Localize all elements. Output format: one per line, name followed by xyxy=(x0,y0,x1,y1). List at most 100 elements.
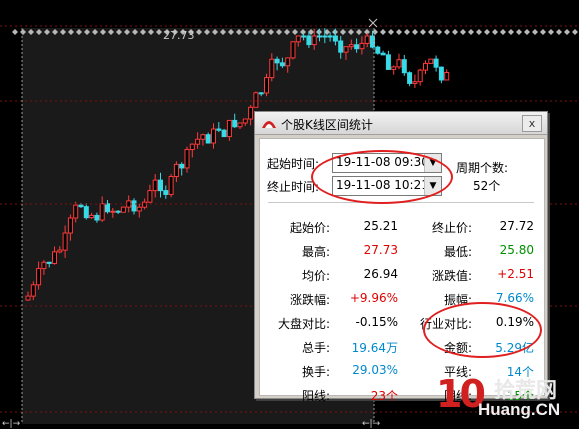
candle-body xyxy=(295,35,301,43)
period-count-label: 周期个数: xyxy=(456,161,509,175)
stat-value: +2.51 xyxy=(497,267,534,281)
candle-body xyxy=(105,203,110,213)
candle-body xyxy=(311,35,317,46)
candle-body xyxy=(269,58,275,79)
watermark-number: 10 xyxy=(436,372,486,416)
stat-label: 起始价: xyxy=(289,221,330,235)
stat-label: 阳线: xyxy=(301,389,330,403)
start-time-label: 起始时间: xyxy=(267,157,320,171)
candle-body xyxy=(232,119,238,128)
candle-body xyxy=(364,35,370,44)
candle-body xyxy=(152,179,158,192)
candle-body xyxy=(168,176,174,195)
candle-body xyxy=(200,134,206,140)
candle-body xyxy=(62,232,68,251)
candle-body xyxy=(317,35,322,38)
candle-body xyxy=(407,72,413,84)
candle-body xyxy=(279,62,285,67)
candle-body xyxy=(30,284,36,297)
candle-body xyxy=(179,163,185,169)
candle-body xyxy=(83,206,89,219)
candle-body xyxy=(274,58,280,64)
stat-label: 最高: xyxy=(301,245,330,259)
chevron-down-icon[interactable]: ▼ xyxy=(424,177,441,195)
candle-body xyxy=(78,204,84,208)
candle-body xyxy=(57,249,63,253)
stat-value: 26.94 xyxy=(363,267,398,281)
stat-value: 27.73 xyxy=(363,243,398,257)
stat-value: 23个 xyxy=(370,389,398,403)
stat-value: 25.21 xyxy=(363,219,398,233)
candle-body xyxy=(41,261,47,270)
app-logo-icon xyxy=(262,121,276,128)
candle-body xyxy=(391,66,397,70)
candle-body xyxy=(184,149,190,169)
candle-body xyxy=(110,210,116,213)
candle-body xyxy=(327,35,333,38)
candle-body xyxy=(242,118,248,124)
candle-body xyxy=(348,44,354,48)
candle-body xyxy=(136,206,142,212)
period-count-value: 52个 xyxy=(473,179,501,193)
close-button[interactable]: x xyxy=(522,115,542,132)
candle-body xyxy=(290,41,296,59)
stat-label: 均价: xyxy=(301,269,330,283)
candle-body xyxy=(380,52,386,56)
stat-label: 金额: xyxy=(443,341,472,355)
candle-body xyxy=(253,92,259,108)
candle-body xyxy=(158,179,163,192)
candle-body xyxy=(401,59,407,74)
candle-body xyxy=(343,46,349,53)
stat-label: 最低: xyxy=(443,245,472,259)
chevron-down-icon[interactable]: ▼ xyxy=(424,154,441,172)
candle-body xyxy=(211,128,216,144)
candle-body xyxy=(73,204,79,219)
divider xyxy=(268,202,534,203)
candle-body xyxy=(396,59,402,68)
candle-body xyxy=(322,35,328,38)
candle-body xyxy=(433,58,439,68)
candle-body xyxy=(438,66,444,81)
start-time-value: 19-11-08 09:30 xyxy=(336,155,429,169)
range-stats-dialog[interactable]: 个股K线区间统计 x 起始时间: 19-11-08 09:30 ▼ 终止时间: … xyxy=(254,111,548,403)
candle-body xyxy=(94,214,100,221)
candle-body xyxy=(25,295,31,301)
stat-value: 0.19% xyxy=(495,315,534,329)
candle-body xyxy=(120,206,126,213)
candle-body xyxy=(131,200,137,212)
stat-value: 19.64万 xyxy=(351,341,398,355)
candle-body xyxy=(195,138,201,145)
price-max-label: 27.73 xyxy=(163,29,195,42)
candle-body xyxy=(216,128,222,131)
candle-body xyxy=(423,62,428,71)
candle-body xyxy=(444,71,450,81)
candle-body xyxy=(163,190,169,195)
stat-value: 7.66% xyxy=(495,291,534,305)
candle-body xyxy=(285,57,291,67)
start-time-select[interactable]: 19-11-08 09:30 ▼ xyxy=(332,153,442,173)
candle-body xyxy=(173,163,179,178)
dialog-body: 起始时间: 19-11-08 09:30 ▼ 终止时间: 19-11-08 10… xyxy=(259,138,545,403)
candle-body xyxy=(226,119,232,138)
candle-body xyxy=(258,92,264,95)
stat-value: 5.29亿 xyxy=(495,341,534,355)
candle-body xyxy=(67,217,73,234)
stat-label: 振幅: xyxy=(443,293,472,307)
watermark-english: Huang.CN xyxy=(478,400,561,419)
stat-value: +9.96% xyxy=(349,291,398,305)
end-time-label: 终止时间: xyxy=(267,180,320,194)
candle-body xyxy=(338,40,344,53)
candle-body xyxy=(264,77,269,94)
candle-body xyxy=(52,251,57,264)
candle-body xyxy=(375,46,381,54)
dialog-titlebar[interactable]: 个股K线区间统计 x xyxy=(255,112,547,135)
end-time-select[interactable]: 19-11-08 10:21 ▼ xyxy=(332,176,442,196)
candle-body xyxy=(412,81,418,84)
candle-body xyxy=(428,58,434,64)
stat-label: 涨跌幅: xyxy=(289,293,330,307)
dialog-title: 个股K线区间统计 xyxy=(281,118,373,132)
candle-body xyxy=(115,210,121,213)
candle-body xyxy=(221,129,227,138)
stat-label: 换手: xyxy=(301,365,330,379)
stat-value: 29.03% xyxy=(352,363,398,377)
